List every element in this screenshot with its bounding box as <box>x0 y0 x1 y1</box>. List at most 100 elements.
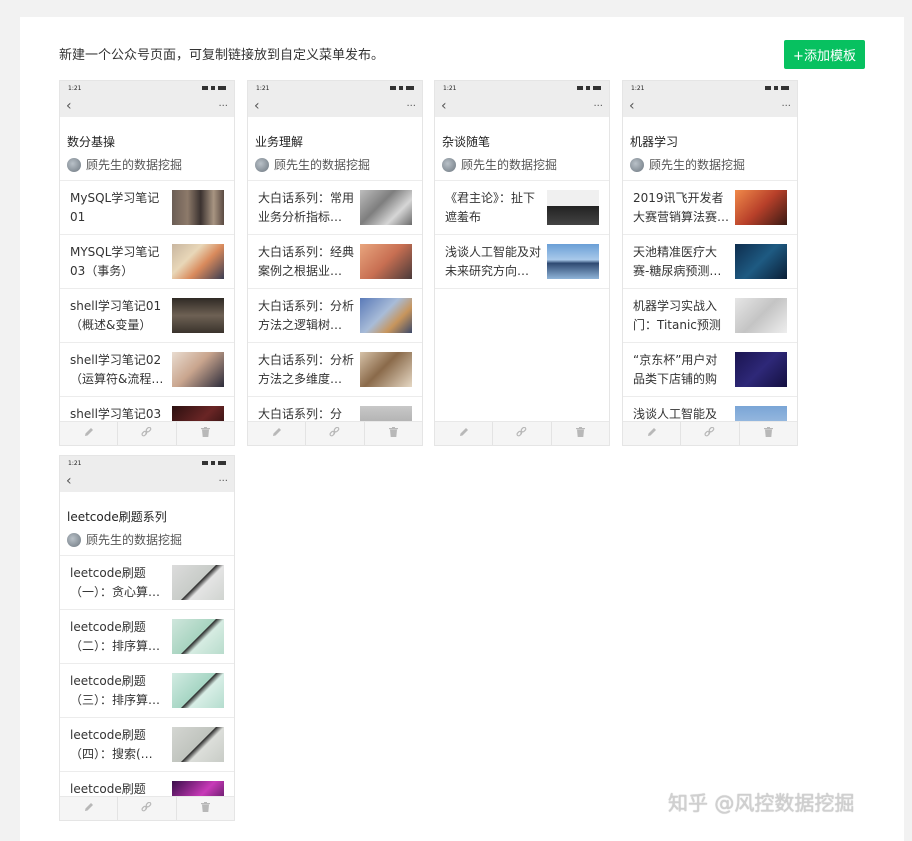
article-list: 大白话系列：常用业务分析指标… 大白话系列：经典案例之根据业… 大白话系列：分析方法… <box>248 181 422 425</box>
card-title: 机器学习 <box>630 135 679 149</box>
author-row: 顾先生的数据挖掘 <box>435 149 609 181</box>
back-icon[interactable]: ‹ <box>441 98 447 114</box>
phone-status-bar: 1:21 <box>435 81 609 95</box>
article-thumbnail <box>172 619 224 654</box>
article-item[interactable]: 2019讯飞开发者大赛营销算法赛… <box>623 181 797 235</box>
article-title: leetcode刷题（四）：搜索(… <box>70 727 153 761</box>
add-template-button[interactable]: +添加模板 <box>784 40 865 69</box>
copy-link-button[interactable] <box>681 422 740 445</box>
article-item[interactable]: 浅谈人工智能及对未来研究方向… <box>435 235 609 289</box>
phone-status-bar: 1:21 <box>60 456 234 470</box>
more-icon[interactable]: ··· <box>218 476 228 487</box>
copy-link-button[interactable] <box>118 422 177 445</box>
delete-button[interactable] <box>177 797 234 820</box>
phone-nav-bar: ‹ ··· <box>435 95 609 117</box>
template-card[interactable]: 1:21 ‹ ··· 业务理解 顾先生的数据挖掘 大白话系列：常用业务分析指标… 大白话系列… <box>247 80 423 446</box>
article-item[interactable]: shell学习笔记02（运算符&流程… <box>60 343 234 397</box>
article-item[interactable]: 大白话系列：分析方法之多维度… <box>248 343 422 397</box>
back-icon[interactable]: ‹ <box>254 98 260 114</box>
author-name: 顾先生的数据挖掘 <box>86 158 183 172</box>
article-thumbnail <box>360 298 412 333</box>
card-title: leetcode刷题系列 <box>67 510 167 524</box>
author-row: 顾先生的数据挖掘 <box>623 149 797 181</box>
article-title: shell学习笔记01（概述&变量） <box>70 298 162 332</box>
delete-button[interactable] <box>740 422 797 445</box>
back-icon[interactable]: ‹ <box>66 473 72 489</box>
card-toolbar <box>60 421 234 445</box>
phone-status-bar: 1:21 <box>60 81 234 95</box>
article-thumbnail <box>360 190 412 225</box>
article-title: 机器学习实战入门：Titanic预测 <box>633 298 721 332</box>
edit-button[interactable] <box>435 422 494 445</box>
copy-link-button[interactable] <box>118 797 177 820</box>
avatar <box>67 532 81 547</box>
author-row: 顾先生的数据挖掘 <box>248 149 422 181</box>
more-icon[interactable]: ··· <box>781 101 791 112</box>
trash-icon <box>200 802 210 815</box>
edit-button[interactable] <box>60 422 119 445</box>
author-name: 顾先生的数据挖掘 <box>461 158 558 172</box>
article-thumbnail <box>735 244 787 279</box>
template-card[interactable]: 1:21 ‹ ··· 数分基操顾先生的数据挖掘 MySQL学习笔记01 MYSQL学习笔记… <box>59 80 235 446</box>
article-thumbnail <box>172 565 224 600</box>
article-item[interactable]: leetcode刷题（一）：贪心算… <box>60 556 234 610</box>
article-thumbnail <box>172 727 224 762</box>
template-card[interactable]: 1:21 ‹ ··· 机器学习 顾先生的数据挖掘 2019讯飞开发者大赛营销算法赛… 天池精… <box>622 80 798 446</box>
article-title: MYSQL学习笔记03（事务） <box>70 244 160 278</box>
avatar <box>255 157 269 172</box>
status-time: 1:21 <box>68 459 82 467</box>
more-icon[interactable]: ··· <box>218 101 228 112</box>
article-thumbnail <box>547 244 599 279</box>
author-row: 顾先生的数据挖掘 <box>60 524 234 556</box>
article-item[interactable]: MYSQL学习笔记03（事务） <box>60 235 234 289</box>
delete-button[interactable] <box>365 422 422 445</box>
article-item[interactable]: 《君主论》：扯下遮羞布 <box>435 181 609 235</box>
article-item[interactable]: leetcode刷题（三）：排序算… <box>60 664 234 718</box>
battery-icon <box>218 86 226 90</box>
article-list: leetcode刷题（一）：贪心算… leetcode刷题（二）：排序算… leet… <box>60 556 234 800</box>
card-title: 杂谈随笔 <box>442 135 491 149</box>
copy-link-button[interactable] <box>306 422 365 445</box>
more-icon[interactable]: ··· <box>406 101 416 112</box>
article-thumbnail <box>172 352 224 387</box>
edit-button[interactable] <box>623 422 682 445</box>
edit-button[interactable] <box>248 422 307 445</box>
phone-status-bar: 1:21 <box>623 81 797 95</box>
card-title: 数分基操 <box>67 135 116 149</box>
more-icon[interactable]: ··· <box>593 101 603 112</box>
article-title: 大白话系列：分析方法之逻辑树… <box>258 298 355 332</box>
delete-button[interactable] <box>177 422 234 445</box>
avatar <box>630 157 644 172</box>
article-thumbnail <box>360 244 412 279</box>
status-time: 1:21 <box>256 84 270 92</box>
battery-icon <box>781 86 789 90</box>
article-thumbnail <box>360 352 412 387</box>
article-item[interactable]: 机器学习实战入门：Titanic预测 <box>623 289 797 343</box>
card-title: 业务理解 <box>255 135 304 149</box>
author-name: 顾先生的数据挖掘 <box>274 158 371 172</box>
phone-nav-bar: ‹ ··· <box>60 470 234 492</box>
delete-button[interactable] <box>552 422 609 445</box>
edit-button[interactable] <box>60 797 119 820</box>
article-item[interactable]: 大白话系列：经典案例之根据业… <box>248 235 422 289</box>
battery-icon <box>218 461 226 465</box>
template-card[interactable]: 1:21 ‹ ··· 杂谈随笔顾先生的数据挖掘《君主论》：扯下遮羞布 浅谈人工智能及对未… <box>434 80 610 446</box>
article-item[interactable]: leetcode刷题（二）：排序算… <box>60 610 234 664</box>
article-item[interactable]: 天池精准医疗大赛-糖尿病预测… <box>623 235 797 289</box>
copy-link-button[interactable] <box>493 422 552 445</box>
article-item[interactable]: 大白话系列：常用业务分析指标… <box>248 181 422 235</box>
signal-icon <box>390 86 396 90</box>
article-item[interactable]: shell学习笔记01（概述&变量） <box>60 289 234 343</box>
article-thumbnail <box>172 244 224 279</box>
back-icon[interactable]: ‹ <box>66 98 72 114</box>
article-item[interactable]: 大白话系列：分析方法之逻辑树… <box>248 289 422 343</box>
article-list: MySQL学习笔记01 MYSQL学习笔记03（事务） shell学习笔记01（概述… <box>60 181 234 425</box>
phone-nav-bar: ‹ ··· <box>60 95 234 117</box>
trash-icon <box>200 427 210 440</box>
article-item[interactable]: “京东杯”用户对品类下店铺的购买… <box>623 343 797 397</box>
back-icon[interactable]: ‹ <box>629 98 635 114</box>
article-item[interactable]: leetcode刷题（四）：搜索(… <box>60 718 234 772</box>
link-icon <box>141 801 152 816</box>
article-item[interactable]: MySQL学习笔记01 <box>60 181 234 235</box>
template-card[interactable]: 1:21 ‹ ··· leetcode刷题系列 顾先生的数据挖掘 leetcode刷题（一… <box>59 455 235 821</box>
